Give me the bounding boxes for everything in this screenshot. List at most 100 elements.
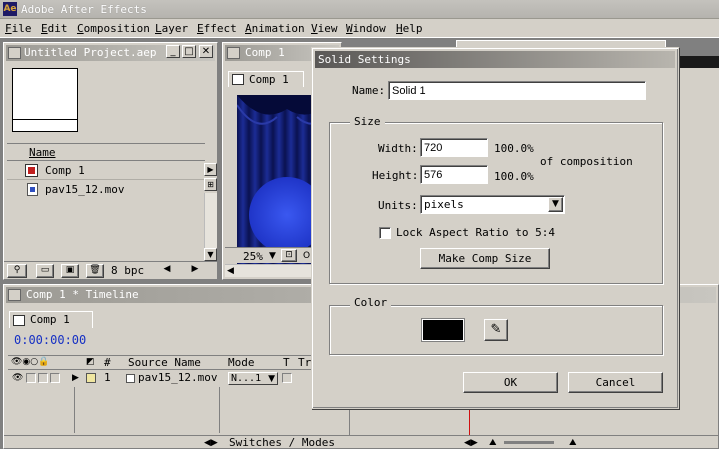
scroll-left-icon[interactable]: ◀ <box>227 266 234 276</box>
lock-toggle[interactable] <box>50 373 60 383</box>
comp-tab-icon <box>13 315 25 326</box>
solid-settings-dialog: Solid Settings Name: Size Width: 100.0% … <box>311 47 679 409</box>
project-item-movie[interactable]: pav15_12.mov <box>7 181 205 199</box>
maximize-icon[interactable]: □ <box>182 45 196 58</box>
trash-icon[interactable]: 🗑 <box>86 264 104 278</box>
switches-modes-toggle[interactable]: Switches / Modes <box>229 436 335 449</box>
project-toolbar: ⚲ ▭ ▣ 🗑 8 bpc ◀ ▶ <box>4 261 217 279</box>
layer-number: 1 <box>104 371 111 384</box>
flowchart-arrow-icon[interactable]: ▶ <box>204 163 217 176</box>
project-column-header: Name <box>7 143 205 161</box>
dialog-title-bar: Solid Settings <box>315 51 675 68</box>
bpc-toggle[interactable]: 8 bpc <box>111 264 144 277</box>
zoom-out-icon[interactable]: ⛰ <box>489 438 497 448</box>
current-time-indicator[interactable] <box>469 410 470 435</box>
height-percent: 100.0% <box>494 170 534 183</box>
find-icon[interactable]: ⚲ <box>7 264 27 278</box>
label-color-swatch[interactable] <box>86 373 96 383</box>
size-group-label: Size <box>350 115 385 128</box>
scroll-left-icon[interactable]: ◀ <box>161 264 173 274</box>
mode-dropdown[interactable]: N...1 ▼ <box>228 372 278 385</box>
ok-button[interactable]: OK <box>463 372 558 393</box>
zoom-level[interactable]: 25% <box>243 250 263 263</box>
audio-toggle[interactable] <box>26 373 36 383</box>
height-input[interactable] <box>420 165 488 184</box>
collapse-arrows-icon[interactable]: ◀▶ <box>204 438 218 448</box>
timeline-column-header: 👁◉○🔒 ◩ # Source Name Mode T Trk <box>8 355 348 370</box>
name-column-header[interactable]: Name <box>29 146 56 159</box>
new-comp-icon[interactable]: ▣ <box>61 264 79 278</box>
number-column-header[interactable]: # <box>104 356 111 369</box>
timeline-tab[interactable]: Comp 1 <box>9 311 93 328</box>
flowchart-icon[interactable]: ⊞ <box>204 178 217 191</box>
close-icon[interactable]: ✕ <box>199 45 213 58</box>
color-group-label: Color <box>350 296 392 309</box>
timeline-nav-arrows-icon[interactable]: ◀▶ <box>464 438 478 448</box>
eyedropper-icon[interactable]: ✎ <box>484 319 508 341</box>
timecode-display[interactable]: 0:00:00:00 <box>14 333 86 347</box>
movie-file-icon <box>27 183 38 196</box>
right-panel-strip <box>680 56 719 310</box>
menu-bar: File Edit Composition Layer Effect Anima… <box>0 19 719 38</box>
project-window-icon <box>8 47 21 59</box>
menu-edit[interactable]: Edit <box>41 22 68 35</box>
app-title-bar: Ae Adobe After Effects <box>0 0 719 19</box>
t-column-header[interactable]: T <box>283 356 290 369</box>
width-label: Width: <box>378 142 418 155</box>
timeline-bottom-bar: ◀▶ Switches / Modes ◀▶ ⛰ ⛰ <box>4 435 718 449</box>
cancel-button[interactable]: Cancel <box>568 372 663 393</box>
scroll-right-icon[interactable]: ▶ <box>189 264 201 274</box>
after-effects-logo-icon: Ae <box>3 2 17 16</box>
layer-name[interactable]: pav15_12.mov <box>138 371 217 384</box>
height-label: Height: <box>372 169 419 182</box>
minimize-icon[interactable]: _ <box>166 45 180 58</box>
source-name-column-header[interactable]: Source Name <box>128 356 201 369</box>
solo-toggle[interactable] <box>38 373 48 383</box>
width-percent: 100.0% <box>494 142 534 155</box>
units-select[interactable]: pixels ▼ <box>420 195 565 214</box>
thumbnail-divider <box>13 119 77 120</box>
project-item-label: pav15_12.mov <box>45 183 125 196</box>
timeline-zoom-slider[interactable] <box>504 441 554 444</box>
composition-icon <box>25 164 38 177</box>
comp-tab[interactable]: Comp 1 <box>228 71 304 87</box>
color-swatch[interactable] <box>422 319 464 341</box>
expand-arrow-icon[interactable]: ▶ <box>72 373 79 383</box>
menu-layer[interactable]: Layer <box>155 22 188 35</box>
new-folder-icon[interactable]: ▭ <box>36 264 54 278</box>
comp-tab-icon <box>232 74 244 85</box>
movie-file-icon <box>126 374 135 383</box>
project-item-label: Comp 1 <box>45 164 85 177</box>
menu-help[interactable]: Help <box>396 22 423 35</box>
project-panel: Untitled Project.aep _ □ ✕ Name Comp 1 p… <box>3 42 218 280</box>
project-thumbnail <box>12 68 78 132</box>
menu-file[interactable]: File <box>5 22 32 35</box>
lock-aspect-label[interactable]: Lock Aspect Ratio to 5:4 <box>396 226 555 239</box>
menu-view[interactable]: View <box>311 22 338 35</box>
menu-composition[interactable]: Composition <box>77 22 150 35</box>
av-features-icon[interactable]: 👁◉○🔒 <box>11 357 49 367</box>
project-item-comp[interactable]: Comp 1 <box>7 162 205 180</box>
menu-effect[interactable]: Effect <box>197 22 237 35</box>
layer-divider <box>219 387 220 433</box>
safe-zones-icon[interactable]: ⊡ <box>281 249 297 262</box>
solid-name-input[interactable] <box>388 81 646 100</box>
label-column-icon[interactable]: ◩ <box>86 357 95 367</box>
width-input[interactable] <box>420 138 488 157</box>
zoom-in-icon[interactable]: ⛰ <box>569 438 577 448</box>
zoom-dropdown-arrow-icon[interactable]: ▼ <box>269 251 276 261</box>
lock-aspect-checkbox[interactable] <box>379 227 391 239</box>
more-options-icon[interactable]: O <box>303 251 310 261</box>
units-label: Units: <box>378 199 418 212</box>
mode-column-header[interactable]: Mode <box>228 356 255 369</box>
preserve-transparency-toggle[interactable] <box>282 373 292 383</box>
scroll-down-icon[interactable]: ▼ <box>204 248 217 261</box>
timeline-window-icon <box>8 289 21 301</box>
dropdown-arrow-icon[interactable]: ▼ <box>548 197 563 212</box>
menu-animation[interactable]: Animation <box>245 22 305 35</box>
eye-icon[interactable]: 👁 <box>12 373 23 383</box>
menu-window[interactable]: Window <box>346 22 386 35</box>
dropdown-arrow-icon: ▼ <box>268 374 275 384</box>
timeline-layer-row[interactable]: 👁 ▶ 1 pav15_12.mov N...1 ▼ <box>8 371 348 386</box>
make-comp-size-button[interactable]: Make Comp Size <box>420 248 550 269</box>
